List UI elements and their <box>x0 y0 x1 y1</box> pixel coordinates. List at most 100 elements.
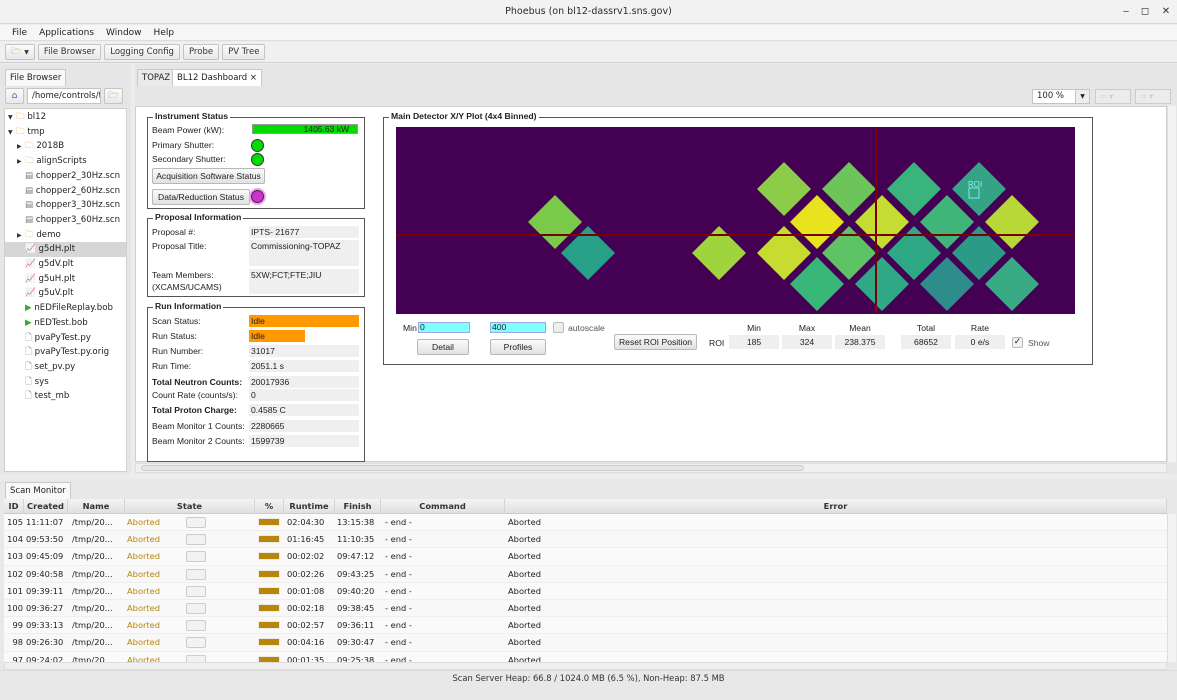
tree-item[interactable]: 🗋 pvaPyTest.py <box>5 331 126 346</box>
browse-folder-button[interactable]: 🗁 <box>104 88 123 104</box>
tree-item[interactable]: ▶ nEDFileReplay.bob <box>5 301 126 316</box>
table-horizontal-scrollbar[interactable] <box>4 662 1167 670</box>
scan-action-button[interactable] <box>186 568 206 580</box>
scan-action-button[interactable] <box>186 637 206 649</box>
horizontal-scrollbar[interactable] <box>135 463 1167 473</box>
menu-window[interactable]: Window <box>106 28 142 38</box>
file-tree[interactable]: ▼ 🗀 bl12 ▼ 🗀 tmp ▶ 🗀 2018B ▶ 🗀 alignScripts ▤ ch… <box>4 108 127 472</box>
tree-item[interactable]: 🗋 test_mb <box>5 389 126 404</box>
scan-action-button[interactable] <box>186 551 206 563</box>
column-header[interactable]: Runtime <box>284 499 335 514</box>
file-browser-button[interactable]: File Browser <box>37 44 102 60</box>
scan-action-button[interactable] <box>186 620 206 632</box>
column-header[interactable]: State <box>125 499 255 514</box>
scan-runtime: 00:02:18 <box>287 603 325 613</box>
scan-action-button[interactable] <box>186 585 206 597</box>
scan-action-button[interactable] <box>186 517 206 528</box>
autoscale-checkbox[interactable] <box>553 322 564 333</box>
column-header[interactable]: Command <box>381 499 505 514</box>
column-header[interactable]: ID <box>4 499 24 514</box>
expand-right-icon[interactable]: ▶ <box>17 229 25 244</box>
expand-down-icon[interactable]: ▼ <box>8 111 16 126</box>
table-row[interactable]: 97 09:24:02/tmp/20... Aborted 00:01:35 09:25… <box>4 651 1167 662</box>
tab-bl12-dashboard[interactable]: BL12 Dashboard × <box>172 69 263 86</box>
minimize-button[interactable]: ‒ <box>1117 0 1135 24</box>
tab-topaz[interactable]: TOPAZ <box>137 69 176 86</box>
table-row[interactable]: 104 09:53:50/tmp/20... Aborted 01:16:45 11:1… <box>4 531 1167 549</box>
column-header[interactable]: Error <box>505 499 1167 514</box>
column-header[interactable]: Created <box>24 499 68 514</box>
expand-right-icon[interactable]: ▶ <box>17 155 25 170</box>
tree-item[interactable]: ▼ 🗀 tmp <box>5 125 126 140</box>
table-row[interactable]: 103 09:45:09/tmp/20... Aborted 00:02:02 09:4… <box>4 548 1167 566</box>
home-button[interactable]: ⌂ <box>5 88 24 104</box>
tab-file-browser[interactable]: File Browser <box>5 69 67 86</box>
tab-scan-monitor[interactable]: Scan Monitor <box>5 482 71 499</box>
expand-right-icon[interactable]: ▶ <box>17 140 25 155</box>
tree-item[interactable]: ▤ chopper3_30Hz.scn <box>5 198 126 213</box>
scan-finish: 09:36:11 <box>337 620 375 631</box>
tree-item[interactable]: ▼ 🗀 bl12 <box>5 110 126 125</box>
path-input[interactable]: /home/controls/t <box>27 88 101 104</box>
tree-item[interactable]: ▶ 🗀 2018B <box>5 139 126 154</box>
scan-action-button[interactable] <box>186 654 206 662</box>
scan-state: Aborted <box>127 585 161 596</box>
roi-label: ROI <box>968 180 982 189</box>
tree-item-label: bl12 <box>27 112 47 122</box>
column-header[interactable]: Finish <box>335 499 381 514</box>
scan-created: 09:53:50 <box>26 534 64 545</box>
profiles-button[interactable]: Profiles <box>490 339 546 355</box>
detail-button[interactable]: Detail <box>417 339 469 355</box>
acquisition-status-button[interactable]: Acquisition Software Status <box>152 168 265 184</box>
detector-image[interactable]: ROI <box>396 127 1075 314</box>
data-reduction-status-button[interactable]: Data/Reduction Status <box>152 189 250 205</box>
logging-config-button[interactable]: Logging Config <box>104 44 180 60</box>
column-header[interactable]: % <box>255 499 284 514</box>
probe-button[interactable]: Probe <box>182 44 220 60</box>
tree-item[interactable]: ▶ 🗀 demo <box>5 228 126 243</box>
tree-item[interactable]: 🗋 sys <box>5 375 126 390</box>
tree-item[interactable]: ▤ chopper2_60Hz.scn <box>5 184 126 199</box>
menu-help[interactable]: Help <box>154 28 175 38</box>
tree-item[interactable]: 🗋 pvaPyTest.py.orig <box>5 345 126 360</box>
tree-item[interactable]: ▤ chopper3_60Hz.scn <box>5 213 126 228</box>
forward-button[interactable]: ⇨ ▾ <box>1135 89 1171 104</box>
close-window-button[interactable]: ✕ <box>1157 0 1175 24</box>
back-button[interactable]: ⇦ ▾ <box>1095 89 1131 104</box>
tree-item-label: alignScripts <box>36 156 87 167</box>
tree-item[interactable]: 📈 g5dH.plt <box>5 242 126 257</box>
scan-action-button[interactable] <box>186 534 206 546</box>
menu-file[interactable]: File <box>12 28 27 38</box>
pv-tree-button[interactable]: PV Tree <box>222 44 266 60</box>
open-menu-button[interactable]: 🗁 ▼ <box>5 44 35 60</box>
table-row[interactable]: 101 09:39:11/tmp/20... Aborted 00:01:08 09:4… <box>4 582 1167 600</box>
tree-item[interactable]: 📈 g5uH.plt <box>5 272 126 287</box>
vertical-scrollbar[interactable] <box>1167 106 1176 462</box>
tree-item[interactable]: ▶ 🗀 alignScripts <box>5 154 126 169</box>
menu-applications[interactable]: Applications <box>39 28 94 38</box>
expand-down-icon[interactable]: ▼ <box>8 126 16 141</box>
tree-item[interactable]: 📈 g5dV.plt <box>5 257 126 272</box>
zoom-dropdown-button[interactable]: ▼ <box>1075 89 1090 104</box>
reset-roi-button[interactable]: Reset ROI Position <box>614 334 697 350</box>
tree-item[interactable]: ▶ nEDTest.bob <box>5 316 126 331</box>
scan-action-button[interactable] <box>186 603 206 614</box>
min-input[interactable]: 0 <box>418 322 470 333</box>
show-checkbox[interactable]: ✓ <box>1012 337 1023 348</box>
scan-name: /tmp/20... <box>72 585 113 596</box>
table-row[interactable]: 100 09:36:27/tmp/20... Aborted 00:02:18 09:3… <box>4 600 1167 618</box>
table-row[interactable]: 102 09:40:58/tmp/20... Aborted 00:02:26 09:4… <box>4 565 1167 583</box>
data-reduction-led <box>251 190 264 203</box>
table-row[interactable]: 99 09:33:13/tmp/20... Aborted 00:02:57 09:36… <box>4 617 1167 635</box>
table-row[interactable]: 105 11:11:07/tmp/20... Aborted 02:04:30 13:1… <box>4 514 1167 532</box>
scroll-thumb[interactable] <box>141 465 804 471</box>
tree-item[interactable]: 🗋 set_pv.py <box>5 360 126 375</box>
table-vertical-scrollbar[interactable] <box>1167 514 1176 662</box>
table-row[interactable]: 98 09:26:30/tmp/20... Aborted 00:04:16 09:30… <box>4 634 1167 652</box>
maximize-button[interactable]: ◻ <box>1136 0 1154 24</box>
close-tab-icon[interactable]: × <box>250 73 257 83</box>
column-header[interactable]: Name <box>68 499 125 514</box>
max-input[interactable]: 400 <box>490 322 546 333</box>
tree-item[interactable]: 📈 g5uV.plt <box>5 286 126 301</box>
tree-item[interactable]: ▤ chopper2_30Hz.scn <box>5 169 126 184</box>
